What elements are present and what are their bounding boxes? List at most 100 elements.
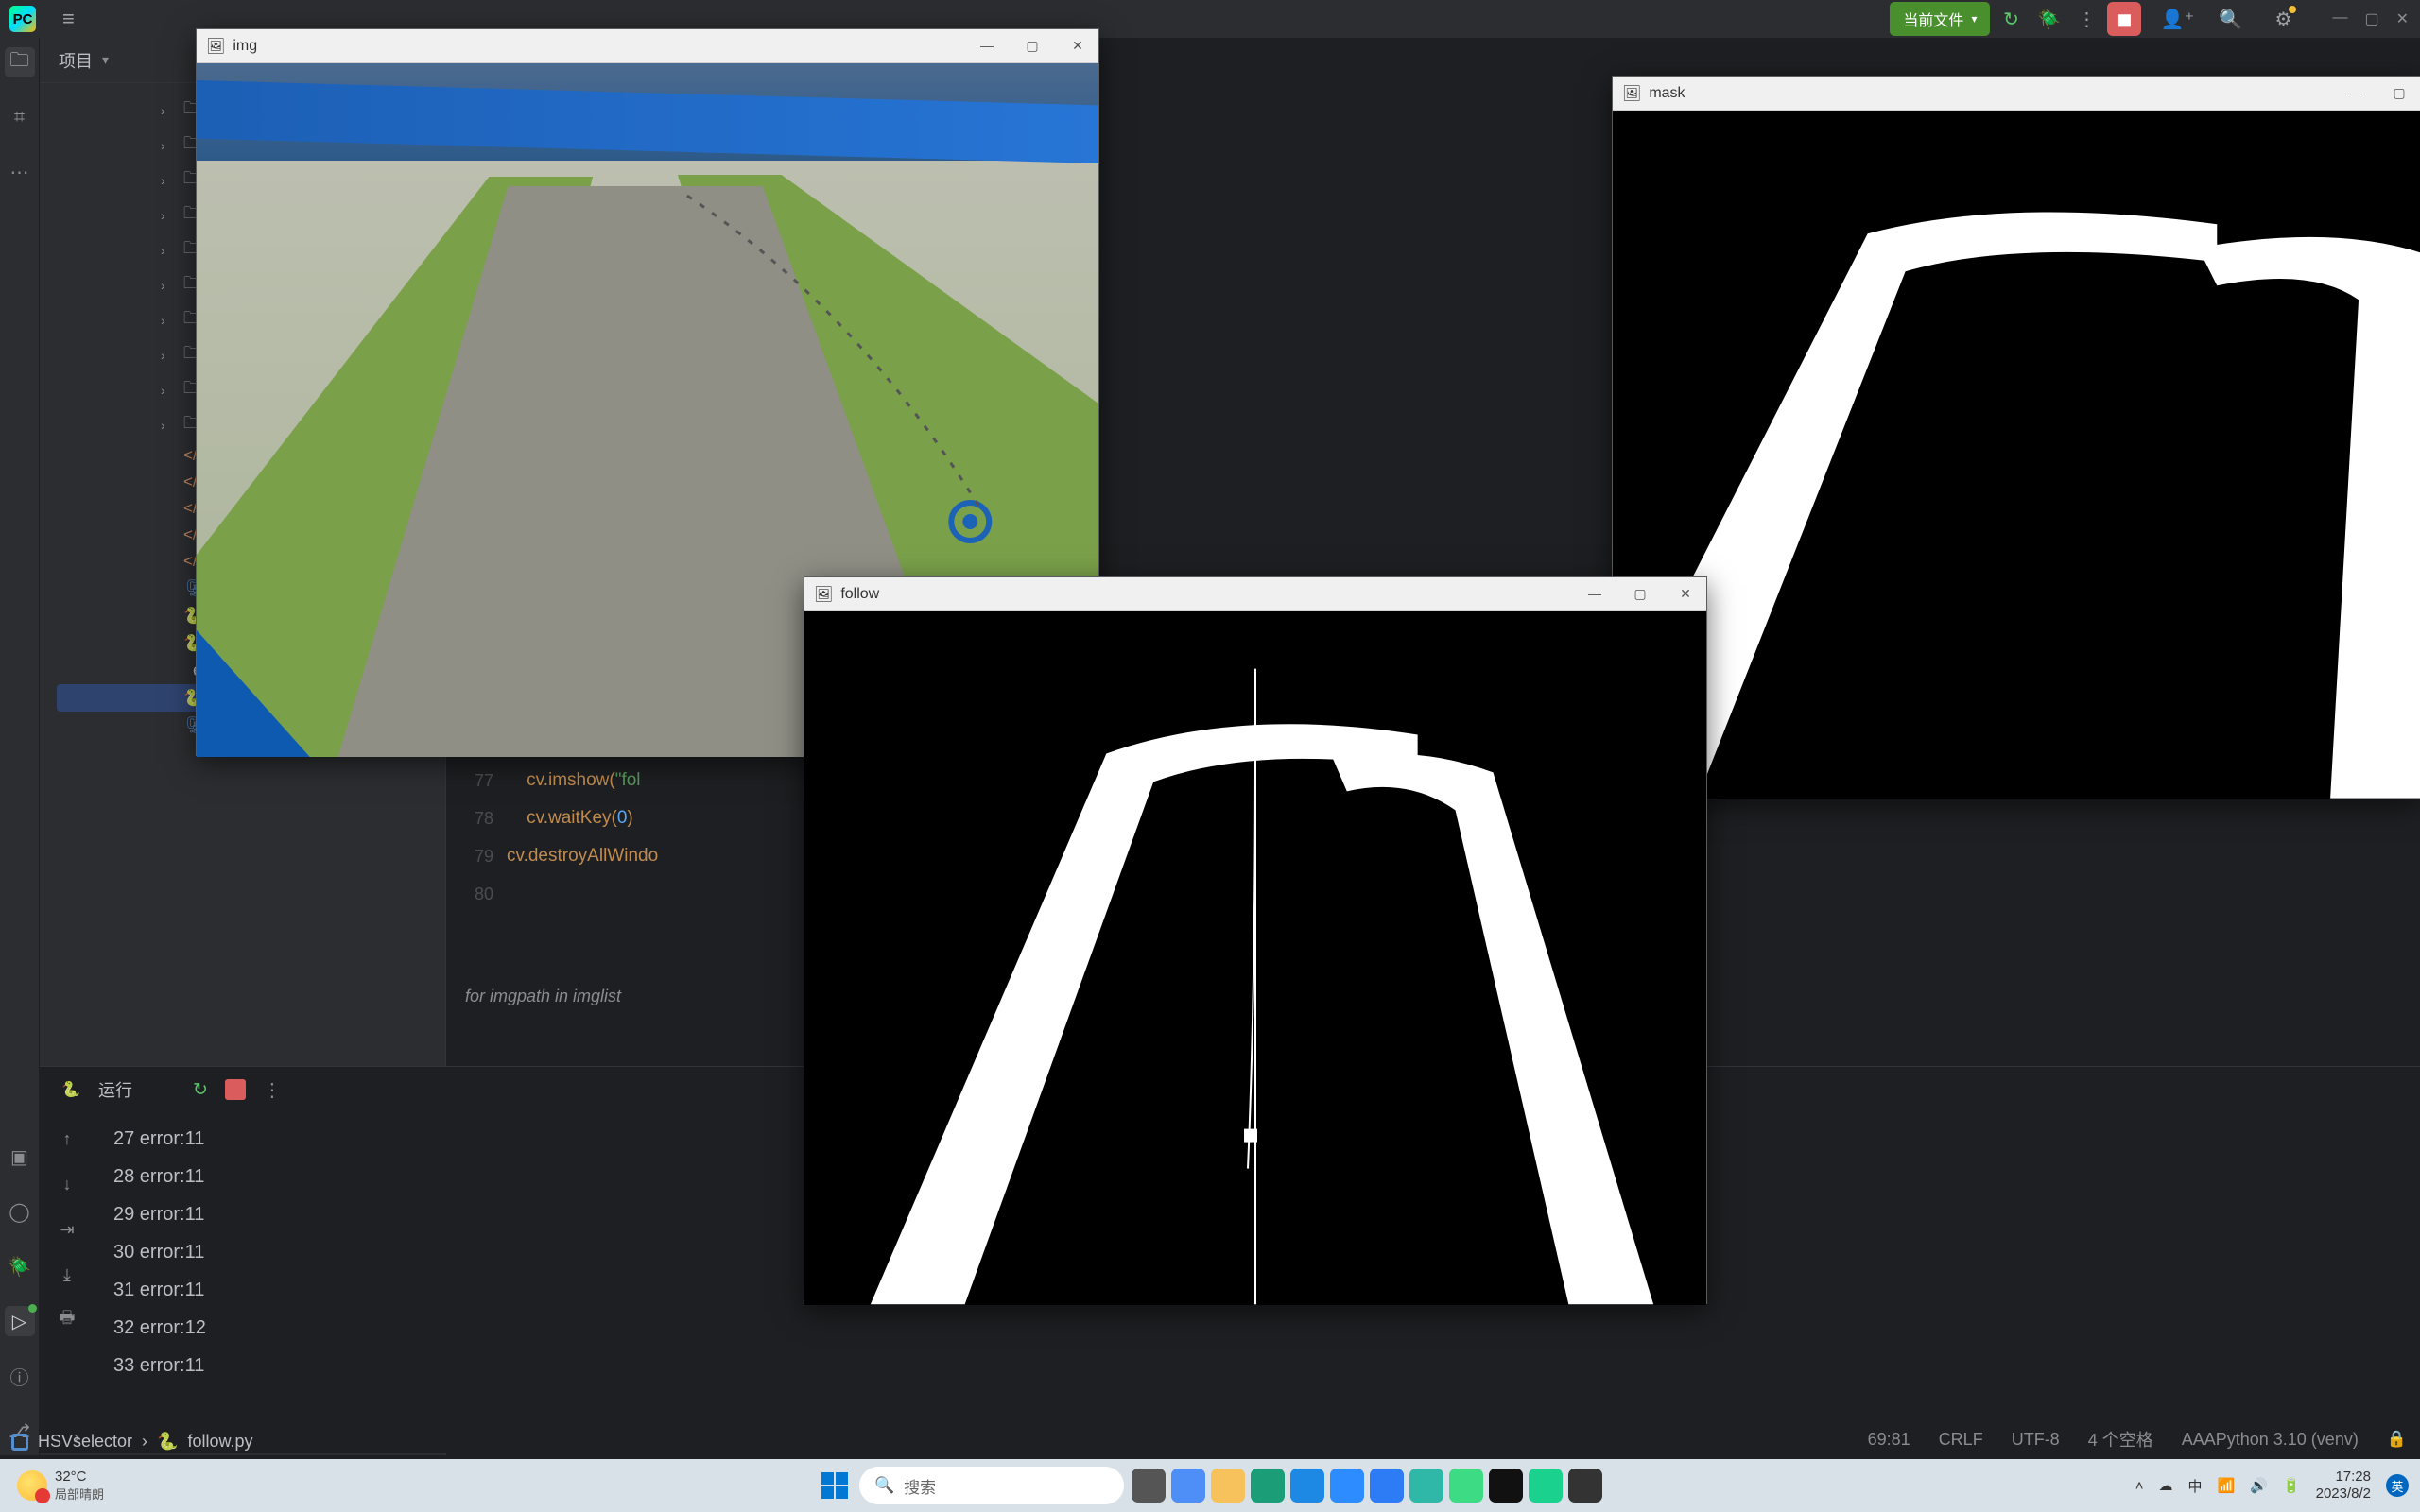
scroll-end-icon[interactable]: ⤓ [52, 1260, 82, 1290]
weather-temp: 32°C [55, 1469, 104, 1485]
editor-gutter: 77787980 [446, 762, 507, 913]
ime-mode-pill[interactable]: 英 [2386, 1474, 2409, 1497]
taskbar-app-feishu[interactable] [1330, 1469, 1364, 1503]
minimize-icon[interactable]: — [2339, 85, 2369, 101]
taskbar-weather[interactable]: 32°C 局部晴朗 [17, 1469, 104, 1503]
run-sidebar: ↑ ↓ ⇥ ⤓ 🖶 [40, 1112, 95, 1453]
module-icon [11, 1434, 28, 1451]
ime-lang[interactable]: 中 [2188, 1476, 2203, 1496]
main-menu-icon[interactable]: ≡ [62, 7, 75, 31]
taskbar-app-wechat-work[interactable] [1370, 1469, 1404, 1503]
output-line: 33 error:11 [113, 1347, 2401, 1384]
onedrive-icon[interactable]: ☁ [2159, 1477, 2173, 1494]
volume-icon[interactable]: 🔊 [2250, 1477, 2268, 1494]
chevron-right-icon: › [161, 173, 174, 188]
output-line: 32 error:12 [113, 1309, 2401, 1347]
maximize-icon[interactable]: ▢ [1017, 38, 1047, 54]
taskbar-app-pycharm[interactable] [1529, 1469, 1563, 1503]
more-run-icon[interactable]: ⋮ [2069, 2, 2103, 36]
chevron-down-icon: ▾ [1971, 12, 1977, 26]
run-tab-label[interactable]: 运行 [98, 1077, 132, 1102]
breadcrumb-root[interactable]: HSVselector [38, 1432, 132, 1452]
taskbar-app-edge-dev[interactable] [1251, 1469, 1285, 1503]
windows-taskbar[interactable]: 32°C 局部晴朗 🔍 搜索 ˄ ☁ 中 📶 🔊 🔋 17:28 2023/8/… [0, 1459, 2420, 1512]
interpreter[interactable]: AAAPython 3.10 (venv) [2182, 1430, 2359, 1450]
battery-icon[interactable]: 🔋 [2283, 1477, 2301, 1494]
chevron-down-icon: ▾ [102, 52, 109, 68]
project-tool-icon[interactable]: 🗀 [5, 47, 35, 77]
close-icon[interactable]: ✕ [1063, 38, 1093, 54]
taskbar-app-terminal[interactable] [1568, 1469, 1602, 1503]
stop-button[interactable]: ◼ [2107, 2, 2141, 36]
file-encoding[interactable]: UTF-8 [2012, 1430, 2060, 1450]
problems-tool-icon[interactable]: ⓘ [5, 1361, 35, 1391]
maximize-icon[interactable]: ▢ [2364, 9, 2378, 28]
taskbar-app-task-view[interactable] [1132, 1469, 1166, 1503]
cursor-position[interactable]: 69:81 [1868, 1430, 1910, 1450]
lock-icon[interactable]: 🔒 [2387, 1430, 2407, 1449]
cv-titlebar-img[interactable]: 🖼img — ▢ ✕ [197, 29, 1098, 63]
run-tool-icon[interactable]: ▷ [5, 1306, 35, 1336]
debug-tool-icon[interactable]: 🪲 [5, 1251, 35, 1281]
cv-title-follow: follow [840, 586, 879, 603]
pycharm-logo: PC [9, 6, 36, 32]
indent-setting[interactable]: 4 个空格 [2088, 1427, 2153, 1452]
services-icon[interactable]: ◯ [5, 1196, 35, 1227]
rerun-icon[interactable]: ↻ [1994, 2, 2028, 36]
more-tools-icon[interactable]: ⋯ [5, 157, 35, 187]
search-icon[interactable]: 🔍 [2213, 2, 2247, 36]
taskbar-app-explorer[interactable] [1211, 1469, 1245, 1503]
down-arrow-icon[interactable]: ↓ [52, 1169, 82, 1199]
cv-titlebar-mask[interactable]: 🖼mask — ▢ [1613, 77, 2420, 111]
chevron-right-icon: › [161, 278, 174, 293]
cv-window-follow[interactable]: 🖼 follow — ▢ ✕ [804, 576, 1707, 1304]
taskbar-clock[interactable]: 17:28 2023/8/2 [2316, 1469, 2371, 1503]
minimize-icon[interactable]: — [972, 38, 1002, 54]
taskbar-app-spark[interactable] [1409, 1469, 1443, 1503]
taskbar-tray[interactable]: ˄ ☁ 中 📶 🔊 🔋 17:28 2023/8/2 英 [2135, 1469, 2409, 1503]
close-icon[interactable]: ✕ [1670, 586, 1701, 602]
status-bar-right: 69:81 CRLF UTF-8 4 个空格 AAAPython 3.10 (v… [1868, 1427, 2407, 1452]
weather-label: 局部晴朗 [55, 1485, 104, 1503]
print-icon[interactable]: 🖶 [52, 1305, 82, 1335]
maximize-icon[interactable]: ▢ [1625, 586, 1655, 602]
breadcrumb-file[interactable]: follow.py [187, 1432, 252, 1452]
taskbar-app-pycharm-bg[interactable] [1489, 1469, 1523, 1503]
up-arrow-icon[interactable]: ↑ [52, 1124, 82, 1154]
search-placeholder: 搜索 [904, 1474, 936, 1498]
maximize-icon[interactable]: ▢ [2384, 85, 2414, 101]
more-icon[interactable]: ⋮ [263, 1078, 282, 1102]
taskbar-app-chat[interactable] [1171, 1469, 1205, 1503]
start-button[interactable] [818, 1469, 852, 1503]
taskbar-app-android[interactable] [1449, 1469, 1483, 1503]
settings-icon[interactable]: ⚙ [2266, 2, 2300, 36]
cv-window-mask[interactable]: 🖼mask — ▢ [1612, 76, 2420, 798]
debug-icon[interactable]: 🪲 [2031, 2, 2066, 36]
taskbar-search[interactable]: 🔍 搜索 [859, 1467, 1124, 1504]
app-icon: 🖼 [206, 37, 225, 56]
minimize-icon[interactable]: — [1580, 586, 1610, 602]
chevron-right-icon: › [161, 138, 174, 153]
run-config-selector[interactable]: 当前文件 ▾ [1890, 2, 1990, 36]
close-icon[interactable]: ✕ [2396, 9, 2409, 28]
soft-wrap-icon[interactable]: ⇥ [52, 1214, 82, 1245]
rerun-icon[interactable]: ↻ [193, 1079, 208, 1101]
minimize-icon[interactable]: — [2332, 9, 2347, 28]
app-icon: 🖼 [814, 585, 833, 604]
wifi-icon[interactable]: 📶 [2218, 1477, 2236, 1494]
cv-titlebar-follow[interactable]: 🖼 follow — ▢ ✕ [804, 577, 1706, 611]
python-console-icon[interactable]: ▣ [5, 1142, 35, 1172]
code-with-me-icon[interactable]: 👤⁺ [2160, 2, 2194, 36]
cv-title-mask: mask [1649, 85, 1685, 102]
taskbar-app-edge[interactable] [1290, 1469, 1324, 1503]
cv-image-mask [1613, 111, 2420, 799]
structure-tool-icon[interactable]: ⌗ [5, 102, 35, 132]
tray-chevron-icon[interactable]: ˄ [2135, 1478, 2144, 1494]
chevron-right-icon: › [161, 103, 174, 118]
stop-icon[interactable] [225, 1079, 246, 1100]
chevron-right-icon: › [161, 313, 174, 328]
line-ending[interactable]: CRLF [1939, 1430, 1983, 1450]
nav-breadcrumb[interactable]: HSVselector › 🐍 follow.py [11, 1432, 253, 1452]
chevron-right-icon: › [161, 383, 174, 398]
chevron-right-icon: › [161, 208, 174, 223]
